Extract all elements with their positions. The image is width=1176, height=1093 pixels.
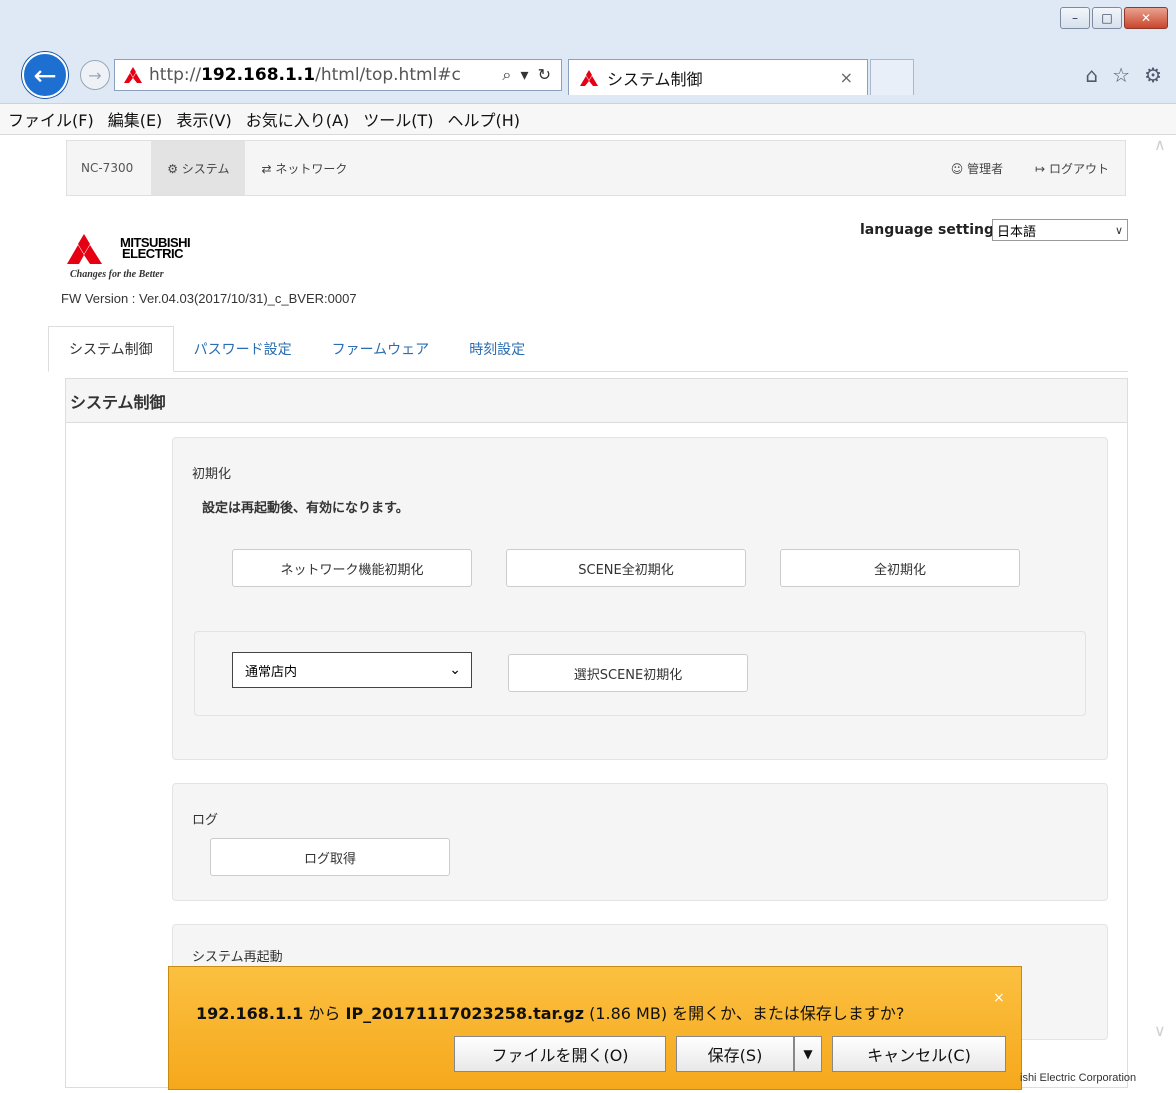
- tab-time-settings[interactable]: 時刻設定: [449, 327, 545, 371]
- logo-line2: ELECTRIC: [122, 246, 184, 261]
- scene-all-init-button[interactable]: SCENE全初期化: [506, 549, 746, 587]
- mitsubishi-logo: MITSUBISHI ELECTRIC Changes for the Bett…: [66, 228, 226, 284]
- scroll-down-icon[interactable]: ∨: [1154, 1021, 1166, 1040]
- init-note: 設定は再起動後、有効になります。: [202, 501, 409, 516]
- browser-tab[interactable]: システム制御 ×: [568, 59, 868, 95]
- scene-selected-init-button[interactable]: 選択SCENE初期化: [508, 654, 748, 692]
- menu-favorites[interactable]: お気に入り(A): [238, 107, 355, 131]
- init-title: 初期化: [192, 467, 232, 482]
- nav-logout[interactable]: ↦ ログアウト: [1019, 160, 1125, 177]
- nav-system[interactable]: ⚙ システム: [151, 141, 246, 195]
- nav-admin[interactable]: ☺ 管理者: [935, 160, 1019, 177]
- address-tools-icon[interactable]: ⌕ ▾ ↻: [502, 65, 553, 85]
- page-tabs: システム制御 パスワード設定 ファームウェア 時刻設定: [48, 325, 1128, 372]
- top-navbar: NC-7300 ⚙ システム ⇄ ネットワーク ☺ 管理者 ↦ ログアウト: [66, 140, 1126, 196]
- menu-bar: ファイル(F) 編集(E) 表示(V) お気に入り(A) ツール(T) ヘルプ(…: [0, 104, 1176, 135]
- chevron-down-icon: ∨: [1114, 223, 1123, 237]
- log-get-button[interactable]: ログ取得: [210, 838, 450, 876]
- maximize-icon[interactable]: □: [1092, 7, 1122, 29]
- tab-system-control[interactable]: システム制御: [48, 326, 174, 372]
- panel-title: システム制御: [66, 379, 1127, 423]
- menu-tools[interactable]: ツール(T): [355, 107, 439, 131]
- scene-selected: 通常店内: [245, 664, 298, 680]
- open-file-button[interactable]: ファイルを開く(O): [454, 1036, 666, 1072]
- mitsubishi-favicon-icon: [580, 69, 598, 86]
- back-arrow-icon[interactable]: ←: [22, 52, 68, 98]
- language-select[interactable]: 日本語 ∨: [992, 219, 1128, 241]
- cancel-button[interactable]: キャンセル(C): [832, 1036, 1006, 1072]
- logo-tagline: Changes for the Better: [70, 269, 164, 280]
- nav-network[interactable]: ⇄ ネットワーク: [245, 141, 363, 195]
- new-tab-button[interactable]: [870, 59, 914, 95]
- language-label: language setting: [860, 222, 995, 238]
- mitsubishi-favicon-icon: [124, 67, 142, 83]
- menu-file[interactable]: ファイル(F): [0, 107, 100, 131]
- save-dropdown-icon[interactable]: ▼: [794, 1036, 822, 1072]
- browser-toolbar-icons: ⌂ ☆ ⚙: [1085, 63, 1162, 87]
- menu-edit[interactable]: 編集(E): [100, 107, 169, 131]
- scroll-up-icon[interactable]: ∧: [1154, 135, 1166, 154]
- address-bar[interactable]: http://192.168.1.1/html/top.html#c ⌕ ▾ ↻: [114, 59, 562, 91]
- forward-arrow-icon[interactable]: →: [80, 60, 110, 90]
- save-button[interactable]: 保存(S): [676, 1036, 794, 1072]
- footer-copyright: ishi Electric Corporation: [1020, 1072, 1137, 1084]
- close-window-icon[interactable]: ✕: [1124, 7, 1168, 29]
- settings-gear-icon[interactable]: ⚙: [1144, 63, 1162, 87]
- minimize-icon[interactable]: –: [1060, 7, 1090, 29]
- scene-select[interactable]: 通常店内 ⌄: [232, 652, 472, 688]
- menu-help[interactable]: ヘルプ(H): [439, 107, 526, 131]
- tab-close-icon[interactable]: ×: [840, 68, 853, 87]
- log-title: ログ: [192, 813, 219, 828]
- language-selected: 日本語: [997, 224, 1037, 240]
- download-close-icon[interactable]: ×: [993, 990, 1005, 1006]
- navbar-brand[interactable]: NC-7300: [67, 161, 151, 175]
- reboot-title: システム再起動: [192, 950, 283, 965]
- page-scrollbar[interactable]: ∧ ∨: [1150, 135, 1176, 1090]
- address-url: http://192.168.1.1/html/top.html#c: [149, 65, 461, 85]
- window-controls: – □ ✕: [1060, 7, 1168, 29]
- all-init-button[interactable]: 全初期化: [780, 549, 1020, 587]
- menu-view[interactable]: 表示(V): [168, 107, 237, 131]
- chevron-down-icon: ⌄: [449, 662, 461, 678]
- download-message: 192.168.1.1 から IP_20171117023258.tar.gz …: [196, 1004, 905, 1023]
- network-init-button[interactable]: ネットワーク機能初期化: [232, 549, 472, 587]
- fw-version: FW Version : Ver.04.03(2017/10/31)_c_BVE…: [61, 291, 357, 306]
- tab-firmware[interactable]: ファームウェア: [312, 327, 450, 371]
- tab-password-settings[interactable]: パスワード設定: [174, 327, 312, 371]
- home-icon[interactable]: ⌂: [1085, 63, 1098, 87]
- favorites-star-icon[interactable]: ☆: [1112, 63, 1130, 87]
- tab-title: システム制御: [607, 69, 703, 89]
